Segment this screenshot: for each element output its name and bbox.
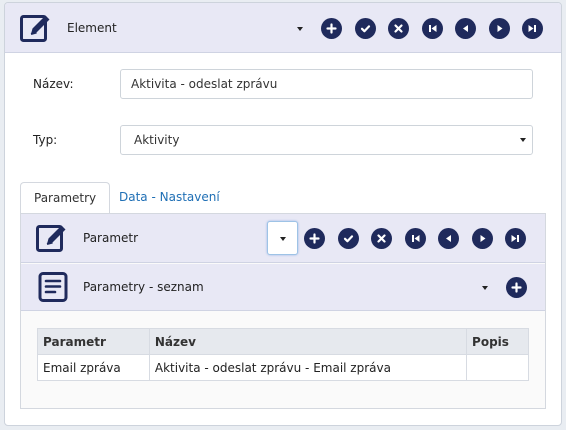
type-select-value: Aktivity [134,133,180,147]
chevron-down-icon[interactable] [482,286,488,290]
add-button[interactable] [304,228,325,249]
chevron-down-icon[interactable] [297,27,303,31]
table-cell-parametr: Email zpráva [37,354,150,381]
element-header-title: Element [67,21,117,35]
parameter-header: Parametr [21,214,545,263]
next-icon [480,235,486,242]
previous-icon [463,25,468,32]
close-icon [394,24,403,33]
parameter-dropdown[interactable] [267,221,298,255]
column-header-parametr[interactable]: Parametr [37,328,150,355]
parameter-header-title: Parametr [83,231,139,245]
add-button[interactable] [321,18,342,39]
plus-icon [309,233,320,244]
confirm-button[interactable] [355,18,376,39]
last-record-button[interactable] [522,18,543,39]
first-record-button[interactable] [405,228,426,249]
next-record-button[interactable] [472,228,493,249]
parameters-table: Parametr Název Popis Email zpráva Aktivi… [37,328,529,381]
cancel-button[interactable] [371,228,392,249]
chevron-down-icon [280,237,286,241]
last-icon [511,235,519,242]
parameter-list-title: Parametry - seznam [83,280,204,294]
previous-record-button[interactable] [455,18,476,39]
first-icon [412,235,420,242]
tab-content: Parametr Parametry - seznam Parametr Náz… [20,213,546,409]
document-list-icon [38,272,68,302]
add-parameter-button[interactable] [506,277,527,298]
column-header-popis[interactable]: Popis [466,328,529,355]
table-row[interactable]: Email zpráva Aktivita - odeslat zprávu -… [37,354,529,381]
confirm-button[interactable] [338,228,359,249]
element-header: Element [5,3,561,53]
tab-parametry[interactable]: Parametry [20,182,111,214]
first-record-button[interactable] [422,18,443,39]
edit-icon[interactable] [35,221,69,255]
tab-data-nastaveni[interactable]: Data - Nastavení [106,182,233,214]
name-input[interactable]: Aktivita - odeslat zprávu [120,69,533,99]
type-select[interactable]: Aktivity [120,125,533,155]
cancel-button[interactable] [388,18,409,39]
parameter-list-header: Parametry - seznam [21,264,545,311]
edit-icon[interactable] [19,11,53,45]
previous-icon [446,235,451,242]
table-cell-nazev: Aktivita - odeslat zprávu - Email zpráva [148,354,468,381]
type-label: Typ: [33,133,58,147]
check-icon [360,25,371,33]
element-panel: Element Název: Aktivita - odeslat zprávu… [4,2,562,426]
next-record-button[interactable] [489,18,510,39]
last-icon [528,25,536,32]
close-icon [377,234,386,243]
first-icon [429,25,437,32]
next-icon [497,25,503,32]
name-label: Název: [33,77,74,91]
table-header-row: Parametr Název Popis [37,328,529,355]
previous-record-button[interactable] [438,228,459,249]
table-cell-popis [466,354,529,381]
last-record-button[interactable] [505,228,526,249]
plus-icon [326,23,337,34]
select-arrow-icon [520,138,526,142]
column-header-nazev[interactable]: Název [148,328,468,355]
plus-icon [511,282,522,293]
check-icon [343,235,354,243]
